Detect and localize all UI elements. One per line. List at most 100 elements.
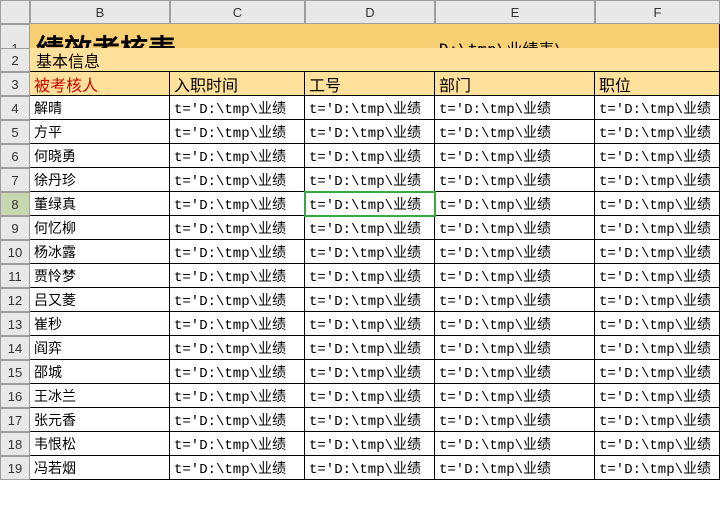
cell-d[interactable]: t='D:\tmp\业绩 [305, 216, 435, 240]
cell-f[interactable]: t='D:\tmp\业绩 [595, 96, 720, 120]
cell-f[interactable]: t='D:\tmp\业绩 [595, 168, 720, 192]
cell-c[interactable]: t='D:\tmp\业绩 [170, 168, 305, 192]
col-header-F[interactable]: F [595, 0, 720, 24]
name-cell[interactable]: 王冰兰 [30, 384, 170, 408]
cell-c[interactable]: t='D:\tmp\业绩 [170, 120, 305, 144]
row-header-19[interactable]: 19 [0, 456, 30, 480]
row-header-15[interactable]: 15 [0, 360, 30, 384]
cell-f[interactable]: t='D:\tmp\业绩 [595, 216, 720, 240]
cell-d[interactable]: t='D:\tmp\业绩 [305, 384, 435, 408]
row-header-4[interactable]: 4 [0, 96, 30, 120]
cell-f[interactable]: t='D:\tmp\业绩 [595, 432, 720, 456]
name-cell[interactable]: 张元香 [30, 408, 170, 432]
cell-c[interactable]: t='D:\tmp\业绩 [170, 456, 305, 480]
cell-e[interactable]: t='D:\tmp\业绩 [435, 384, 595, 408]
row-header-18[interactable]: 18 [0, 432, 30, 456]
cell-f[interactable]: t='D:\tmp\业绩 [595, 360, 720, 384]
cell-d[interactable]: t='D:\tmp\业绩 [305, 192, 435, 216]
cell-f[interactable]: t='D:\tmp\业绩 [595, 456, 720, 480]
cell-e[interactable]: t='D:\tmp\业绩 [435, 288, 595, 312]
cell-c[interactable]: t='D:\tmp\业绩 [170, 96, 305, 120]
cell-d[interactable]: t='D:\tmp\业绩 [305, 312, 435, 336]
name-cell[interactable]: 解晴 [30, 96, 170, 120]
cell-d[interactable]: t='D:\tmp\业绩 [305, 432, 435, 456]
name-cell[interactable]: 邵城 [30, 360, 170, 384]
col-header-D[interactable]: D [305, 0, 435, 24]
cell-e[interactable]: t='D:\tmp\业绩 [435, 360, 595, 384]
cell-e[interactable]: t='D:\tmp\业绩 [435, 312, 595, 336]
cell-f[interactable]: t='D:\tmp\业绩 [595, 384, 720, 408]
cell-c[interactable]: t='D:\tmp\业绩 [170, 360, 305, 384]
cell-c[interactable]: t='D:\tmp\业绩 [170, 384, 305, 408]
cell-c[interactable]: t='D:\tmp\业绩 [170, 288, 305, 312]
name-cell[interactable]: 韦恨松 [30, 432, 170, 456]
cell-c[interactable]: t='D:\tmp\业绩 [170, 240, 305, 264]
cell-c[interactable]: t='D:\tmp\业绩 [170, 432, 305, 456]
cell-e[interactable]: t='D:\tmp\业绩 [435, 144, 595, 168]
row-header-11[interactable]: 11 [0, 264, 30, 288]
cell-d[interactable]: t='D:\tmp\业绩 [305, 288, 435, 312]
name-cell[interactable]: 冯若烟 [30, 456, 170, 480]
cell-f[interactable]: t='D:\tmp\业绩 [595, 408, 720, 432]
col-header-C[interactable]: C [170, 0, 305, 24]
cell-c[interactable]: t='D:\tmp\业绩 [170, 408, 305, 432]
cell-c[interactable]: t='D:\tmp\业绩 [170, 312, 305, 336]
cell-f[interactable]: t='D:\tmp\业绩 [595, 336, 720, 360]
col-header-E[interactable]: E [435, 0, 595, 24]
row-header-8[interactable]: 8 [0, 192, 30, 216]
col-header-B[interactable]: B [30, 0, 170, 24]
name-cell[interactable]: 崔秒 [30, 312, 170, 336]
cell-d[interactable]: t='D:\tmp\业绩 [305, 120, 435, 144]
cell-d[interactable]: t='D:\tmp\业绩 [305, 168, 435, 192]
cell-f[interactable]: t='D:\tmp\业绩 [595, 144, 720, 168]
cell-d[interactable]: t='D:\tmp\业绩 [305, 408, 435, 432]
cell-f[interactable]: t='D:\tmp\业绩 [595, 288, 720, 312]
cell-c[interactable]: t='D:\tmp\业绩 [170, 264, 305, 288]
cell-e[interactable]: t='D:\tmp\业绩 [435, 264, 595, 288]
row-header-12[interactable]: 12 [0, 288, 30, 312]
cell-e[interactable]: t='D:\tmp\业绩 [435, 120, 595, 144]
cell-d[interactable]: t='D:\tmp\业绩 [305, 360, 435, 384]
row-header-2[interactable]: 2 [0, 48, 30, 72]
row-header-16[interactable]: 16 [0, 384, 30, 408]
row-header-14[interactable]: 14 [0, 336, 30, 360]
cell-e[interactable]: t='D:\tmp\业绩 [435, 336, 595, 360]
cell-f[interactable]: t='D:\tmp\业绩 [595, 312, 720, 336]
row-header-10[interactable]: 10 [0, 240, 30, 264]
cell-d[interactable]: t='D:\tmp\业绩 [305, 336, 435, 360]
cell-f[interactable]: t='D:\tmp\业绩 [595, 240, 720, 264]
cell-e[interactable]: t='D:\tmp\业绩 [435, 240, 595, 264]
name-cell[interactable]: 方平 [30, 120, 170, 144]
name-cell[interactable]: 何忆柳 [30, 216, 170, 240]
cell-e[interactable]: t='D:\tmp\业绩 [435, 192, 595, 216]
name-cell[interactable]: 徐丹珍 [30, 168, 170, 192]
cell-d[interactable]: t='D:\tmp\业绩 [305, 96, 435, 120]
cell-e[interactable]: t='D:\tmp\业绩 [435, 408, 595, 432]
cell-f[interactable]: t='D:\tmp\业绩 [595, 264, 720, 288]
row-header-17[interactable]: 17 [0, 408, 30, 432]
cell-d[interactable]: t='D:\tmp\业绩 [305, 456, 435, 480]
row-header-3[interactable]: 3 [0, 72, 30, 96]
cell-c[interactable]: t='D:\tmp\业绩 [170, 216, 305, 240]
cell-d[interactable]: t='D:\tmp\业绩 [305, 240, 435, 264]
name-cell[interactable]: 贾怜梦 [30, 264, 170, 288]
name-cell[interactable]: 阎弈 [30, 336, 170, 360]
row-header-7[interactable]: 7 [0, 168, 30, 192]
name-cell[interactable]: 杨冰露 [30, 240, 170, 264]
cell-e[interactable]: t='D:\tmp\业绩 [435, 216, 595, 240]
cell-e[interactable]: t='D:\tmp\业绩 [435, 432, 595, 456]
cell-f[interactable]: t='D:\tmp\业绩 [595, 192, 720, 216]
row-header-5[interactable]: 5 [0, 120, 30, 144]
cell-c[interactable]: t='D:\tmp\业绩 [170, 144, 305, 168]
cell-e[interactable]: t='D:\tmp\业绩 [435, 168, 595, 192]
name-cell[interactable]: 吕又菱 [30, 288, 170, 312]
cell-d[interactable]: t='D:\tmp\业绩 [305, 264, 435, 288]
corner-cell[interactable] [0, 0, 30, 24]
cell-c[interactable]: t='D:\tmp\业绩 [170, 192, 305, 216]
cell-f[interactable]: t='D:\tmp\业绩 [595, 120, 720, 144]
row-header-9[interactable]: 9 [0, 216, 30, 240]
name-cell[interactable]: 董绿真 [30, 192, 170, 216]
cell-c[interactable]: t='D:\tmp\业绩 [170, 336, 305, 360]
row-header-13[interactable]: 13 [0, 312, 30, 336]
cell-e[interactable]: t='D:\tmp\业绩 [435, 96, 595, 120]
